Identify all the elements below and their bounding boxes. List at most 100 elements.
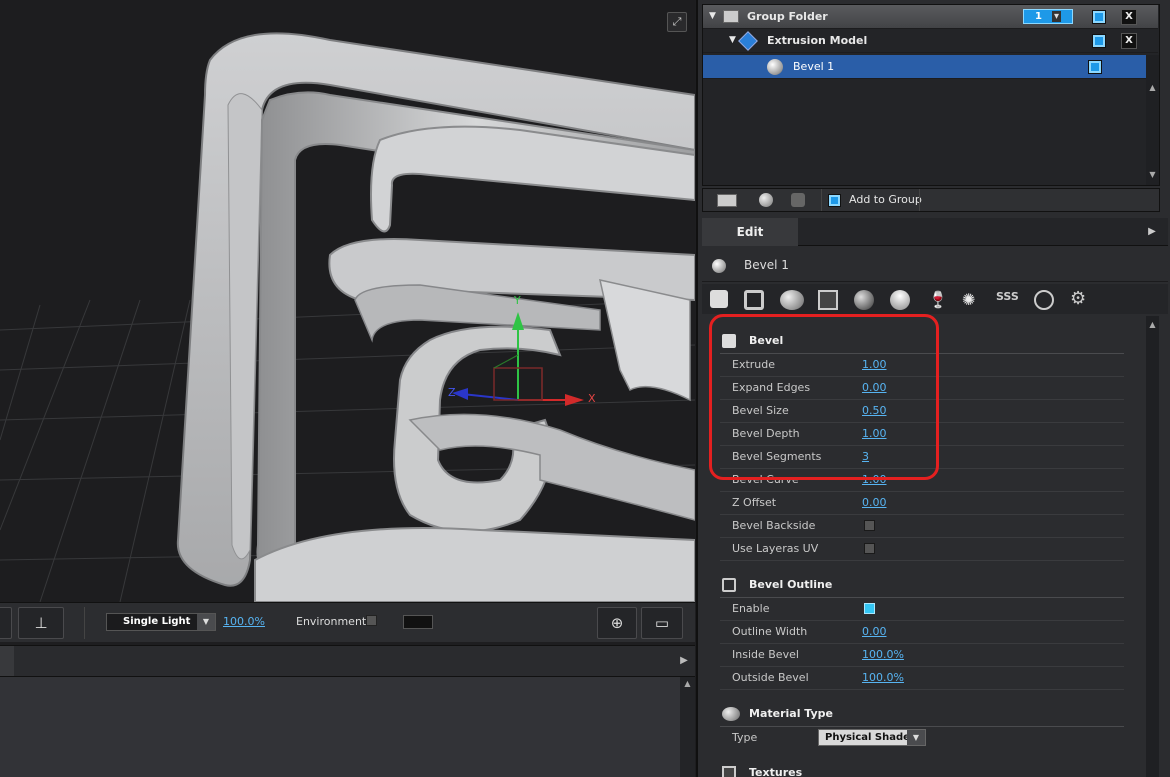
prop-value[interactable]: 100.0% [862, 667, 904, 689]
visibility-toggle[interactable] [1093, 35, 1105, 47]
3d-viewport[interactable]: Y X Z ⤢ [0, 0, 695, 602]
axis-z-label: Z [448, 386, 456, 399]
add-to-group-toggle[interactable] [829, 195, 840, 206]
add-sphere-icon[interactable] [759, 193, 773, 207]
prop-outline-width: Outline Width 0.00 [720, 621, 1124, 644]
axis-view-icon: ⊥ [34, 614, 48, 632]
divider [919, 189, 920, 211]
prop-outside-bevel: Outside Bevel 100.0% [720, 667, 1124, 690]
extrusion-model-label: Extrusion Model [767, 34, 868, 47]
render-view-button[interactable]: ▭ [641, 607, 683, 639]
folder-icon [723, 10, 739, 23]
tree-row-group-folder[interactable]: ▼ Group Folder 1 ▾ X [703, 5, 1158, 29]
scroll-up-icon[interactable]: ▲ [1146, 83, 1159, 92]
material-type-section-header[interactable]: Material Type [720, 701, 1124, 727]
tree-toolbar: Add to Group [702, 188, 1160, 212]
material-type-select[interactable]: Physical Shader ▼ [818, 729, 926, 746]
bevel-outline-title: Bevel Outline [749, 578, 833, 591]
add-object-icon[interactable] [791, 193, 805, 207]
environment-label: Environment [296, 615, 367, 628]
timeline-left-tab[interactable] [0, 646, 14, 676]
new-folder-icon[interactable] [717, 194, 737, 207]
environment-color-swatch[interactable] [403, 615, 433, 629]
light-mode-select[interactable]: Single Light ▼ [106, 613, 216, 631]
prop-label: Use Layeras UV [732, 542, 819, 555]
app-window: Y X Z ⤢ ⊥ Single Light ▼ 100.0% Environm… [0, 0, 1170, 777]
bevel-backside-checkbox[interactable] [864, 520, 875, 531]
environment-checkbox[interactable] [366, 615, 377, 626]
bevel-label: Bevel 1 [793, 60, 835, 73]
crosshair-icon: ⊕ [610, 614, 624, 632]
axis-y-label: Y [514, 294, 521, 307]
chevron-down-icon: ▼ [907, 730, 925, 745]
extruded-text-model [176, 32, 695, 602]
enable-checkbox[interactable] [864, 603, 875, 614]
panel-arrow-icon[interactable]: ▶ [1142, 222, 1162, 242]
timeline-scrollbar[interactable]: ▲ [680, 677, 695, 777]
extrusion-model-icon [738, 31, 758, 51]
object-sphere-icon [712, 259, 726, 273]
material-type-value: Physical Shader [825, 732, 915, 743]
group-count-select[interactable]: 1 ▾ [1023, 9, 1073, 24]
light-percent-link[interactable]: 100.0% [223, 615, 265, 628]
scroll-down-icon[interactable]: ▼ [1146, 170, 1159, 179]
prop-label: Outline Width [732, 625, 808, 638]
use-layer-uv-checkbox[interactable] [864, 543, 875, 554]
prop-value[interactable]: 0.00 [862, 492, 887, 514]
tree-scrollbar[interactable]: ▲ ▼ [1146, 55, 1159, 185]
scroll-up-icon[interactable]: ▲ [1146, 320, 1159, 329]
material-type-title: Material Type [749, 707, 834, 720]
prop-material-type: Type Physical Shader ▼ [720, 727, 1124, 750]
textures-icon [722, 766, 736, 777]
visibility-toggle[interactable] [1089, 61, 1101, 73]
close-group-button[interactable]: X [1121, 9, 1137, 25]
bevel-outline-section-header[interactable]: Bevel Outline [720, 572, 1124, 598]
tab-edit[interactable]: Edit [702, 218, 798, 246]
target-button[interactable]: ⊕ [597, 607, 637, 639]
scene-tree: ▼ Group Folder 1 ▾ X ▼ Extrusion Model X … [702, 4, 1160, 186]
gear-icon[interactable]: ⚙ [1070, 290, 1090, 310]
timeline-header: ▶ [0, 645, 695, 677]
bevel-outline-tab-icon[interactable] [744, 290, 764, 310]
prop-label: Enable [732, 602, 770, 615]
group-folder-label: Group Folder [747, 10, 828, 23]
material-tab-icon[interactable] [780, 290, 804, 310]
visibility-toggle[interactable] [1093, 11, 1105, 23]
bevel-tab-icon[interactable] [710, 290, 728, 308]
expand-arrow-icon[interactable]: ▼ [709, 5, 716, 28]
properties-scrollbar[interactable]: ▲ [1146, 316, 1159, 777]
texture-tab-icon[interactable] [818, 290, 838, 310]
material-sphere-icon [722, 707, 740, 721]
divider [821, 189, 822, 211]
prop-value[interactable]: 100.0% [862, 644, 904, 666]
reflection-tab-icon[interactable] [890, 290, 910, 310]
add-to-group-label[interactable]: Add to Group [849, 193, 922, 206]
timeline-arrow-icon[interactable]: ▶ [677, 652, 691, 670]
expand-icon[interactable]: ⤢ [667, 12, 687, 32]
prev-tool-button[interactable] [0, 607, 12, 639]
glass-tab-icon[interactable]: 🍷 [928, 290, 948, 310]
scroll-up-icon[interactable]: ▲ [680, 679, 695, 688]
textures-section-header[interactable]: Textures [720, 760, 1124, 777]
viewport-toolbar: ⊥ Single Light ▼ 100.0% Environment ⊕ ▭ [0, 602, 695, 642]
prop-inside-bevel: Inside Bevel 100.0% [720, 644, 1124, 667]
light-mode-value: Single Light [123, 616, 191, 627]
prop-enable: Enable [720, 598, 1124, 621]
timeline-area[interactable] [0, 677, 680, 777]
highlight-annotation [709, 314, 939, 480]
light-tab-icon[interactable]: ✺ [962, 290, 982, 310]
sphere-map-tab-icon[interactable] [1034, 290, 1054, 310]
shading-tab-icon[interactable] [854, 290, 874, 310]
close-model-button[interactable]: X [1121, 33, 1137, 49]
expand-arrow-icon[interactable]: ▼ [729, 29, 736, 52]
bevel-outline-icon [722, 578, 736, 592]
sss-tab-icon[interactable]: SSS [996, 290, 1022, 310]
prop-value[interactable]: 0.00 [862, 621, 887, 643]
axis-view-button[interactable]: ⊥ [18, 607, 64, 639]
tree-row-bevel[interactable]: Bevel 1 [703, 55, 1146, 79]
prop-label: Outside Bevel [732, 671, 809, 684]
prop-label: Type [732, 731, 758, 744]
textures-title: Textures [749, 766, 803, 777]
prop-label: Inside Bevel [732, 648, 799, 661]
tree-row-extrusion-model[interactable]: ▼ Extrusion Model X [703, 29, 1158, 53]
